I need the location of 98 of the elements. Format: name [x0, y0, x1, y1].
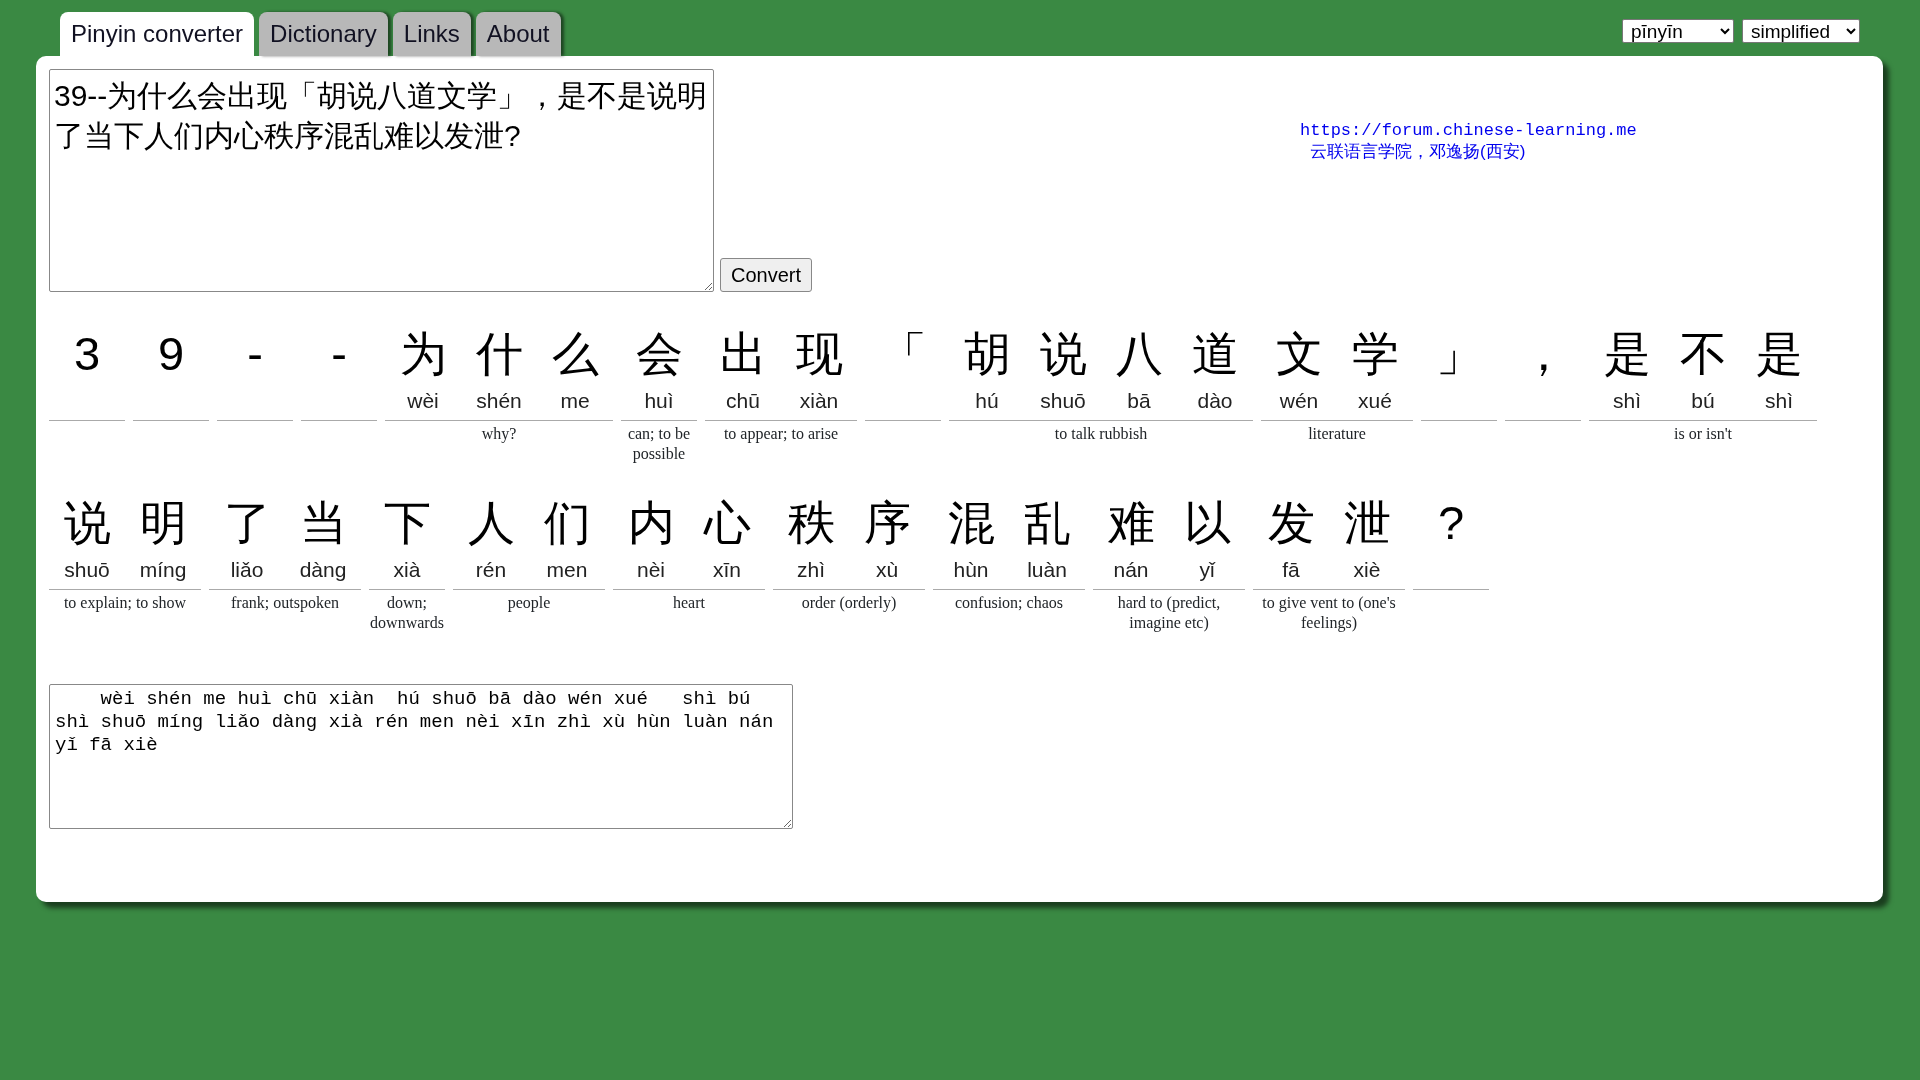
hanzi-character: 以: [1182, 495, 1232, 551]
pinyin-text: wèi: [407, 389, 439, 412]
hanzi-character: 么: [550, 326, 600, 382]
hanzi-character: 为: [398, 326, 448, 382]
word-meaning: order (orderly): [801, 594, 897, 611]
hanzi-character: 人: [466, 495, 516, 551]
hanzi-character: ?: [1436, 495, 1466, 551]
hanzi-character: 明: [138, 495, 188, 551]
pinyin-text: xià: [393, 558, 421, 581]
hanzi-character: 3: [72, 326, 102, 382]
convert-button[interactable]: Convert: [720, 258, 813, 292]
hanzi-character: 不: [1678, 326, 1728, 382]
hanzi-character: 胡: [962, 326, 1012, 382]
pinyin-text: wén: [1279, 389, 1319, 412]
word-meaning: to explain; to show: [63, 594, 187, 611]
word-meaning: why?: [481, 425, 517, 442]
pinyin-text: xué: [1358, 389, 1392, 412]
pinyin-text: huì: [644, 389, 674, 412]
pinyin-text: bú: [1691, 389, 1715, 412]
hanzi-character: -: [330, 326, 348, 382]
hanzi-character: 序: [862, 495, 912, 551]
hanzi-character: 混: [946, 495, 996, 551]
hanzi-character: 内: [626, 495, 676, 551]
author-link[interactable]: 云联语言学院，邓逸扬(西安): [1300, 141, 1637, 162]
word-meaning: hard to (predict, imagine etc): [1117, 594, 1221, 631]
pinyin-text: yǐ: [1199, 558, 1215, 581]
script-select[interactable]: simplified: [1742, 19, 1860, 43]
pinyin-output-field[interactable]: wèi shén me huì chū xiàn hú shuō bā dào wén xué shì bú shì shuō míng liǎo dàng xià rén men nèi xīn zhì xù hùn luàn nán yǐ fā xiè: [49, 684, 793, 829]
hanzi-character: 学: [1350, 326, 1400, 382]
pinyin-text: dào: [1197, 389, 1233, 412]
word-meaning: to talk rubbish: [1054, 425, 1148, 442]
pinyin-text: bā: [1127, 389, 1151, 412]
hanzi-character: 什: [474, 326, 524, 382]
pinyin-text: xiè: [1353, 558, 1381, 581]
hanzi-character: 「: [878, 326, 928, 382]
word-meaning: frank; outspoken: [231, 594, 339, 611]
hanzi-character: 泄: [1342, 495, 1392, 551]
word-meaning: to appear; to arise: [723, 425, 839, 442]
hanzi-character: 9: [156, 326, 186, 382]
pinyin-text: men: [546, 558, 588, 581]
pinyin-text: nán: [1113, 558, 1149, 581]
hanzi-character: 道: [1190, 326, 1240, 382]
tab[interactable]: About: [475, 12, 561, 56]
pinyin-text: liǎo: [230, 558, 264, 581]
tab[interactable]: Pinyin converter: [60, 12, 255, 56]
pinyin-text: rén: [475, 558, 507, 581]
word-meaning: to give vent to (one's feelings): [1262, 594, 1396, 631]
tab[interactable]: Dictionary: [259, 12, 388, 56]
pinyin-text: xiàn: [799, 389, 839, 412]
hanzi-character: 乱: [1022, 495, 1072, 551]
hanzi-character: 出: [718, 326, 768, 382]
pinyin-text: shì: [1765, 389, 1793, 412]
hanzi-character: -: [246, 326, 264, 382]
pinyin-text: fā: [1282, 558, 1300, 581]
pinyin-text: hùn: [953, 558, 989, 581]
pinyin-text: xù: [875, 558, 899, 581]
forum-link[interactable]: https://forum.chinese-learning.me: [1300, 120, 1637, 141]
word-meaning: is or isn't: [1674, 425, 1732, 442]
tab[interactable]: Links: [392, 12, 471, 56]
pinyin-text: hú: [975, 389, 999, 412]
hanzi-character: 说: [62, 495, 112, 551]
pinyin-text: shuō: [1040, 389, 1086, 412]
hanzi-character: 现: [794, 326, 844, 382]
hanzi-character: 是: [1754, 326, 1804, 382]
word-meaning: literature: [1308, 425, 1366, 442]
pinyin-text: me: [560, 389, 590, 412]
hanzi-character: 了: [222, 495, 272, 551]
hanzi-character: 下: [382, 495, 432, 551]
pinyin-text: nèi: [637, 558, 665, 581]
pinyin-text: shuō: [64, 558, 110, 581]
chinese-input-field[interactable]: 39--为什么会出现「胡说八道文学」，是不是说明了当下人们内心秩序混乱难以发泄?: [49, 69, 714, 292]
hanzi-character: 秩: [786, 495, 836, 551]
hanzi-character: 文: [1274, 326, 1324, 382]
hanzi-character: 们: [542, 495, 592, 551]
pinyin-text: luàn: [1027, 558, 1067, 581]
pinyin-text: shén: [476, 389, 522, 412]
hanzi-character: 八: [1114, 326, 1164, 382]
hanzi-character: 当: [298, 495, 348, 551]
hanzi-character: 说: [1038, 326, 1088, 382]
pinyin-text: chū: [726, 389, 760, 412]
hanzi-character: 是: [1602, 326, 1652, 382]
hanzi-character: 心: [702, 495, 752, 551]
pinyin-text: míng: [139, 558, 187, 581]
pinyin-text: zhì: [797, 558, 825, 581]
word-meaning: confusion; chaos: [955, 594, 1063, 611]
hanzi-character: ，: [1518, 326, 1568, 382]
romanization-select[interactable]: pīnyīn: [1622, 19, 1734, 43]
word-meaning: heart: [673, 594, 705, 611]
hanzi-character: 会: [634, 326, 684, 382]
pinyin-text: xīn: [713, 558, 741, 581]
word-meaning: down; downwards: [370, 594, 444, 631]
pinyin-text: dàng: [299, 558, 347, 581]
word-meaning: can; to be possible: [627, 425, 691, 462]
hanzi-character: 难: [1106, 495, 1156, 551]
hanzi-character: 」: [1434, 326, 1484, 382]
word-meaning: people: [507, 594, 551, 611]
hanzi-character: 发: [1266, 495, 1316, 551]
pinyin-text: shì: [1613, 389, 1641, 412]
